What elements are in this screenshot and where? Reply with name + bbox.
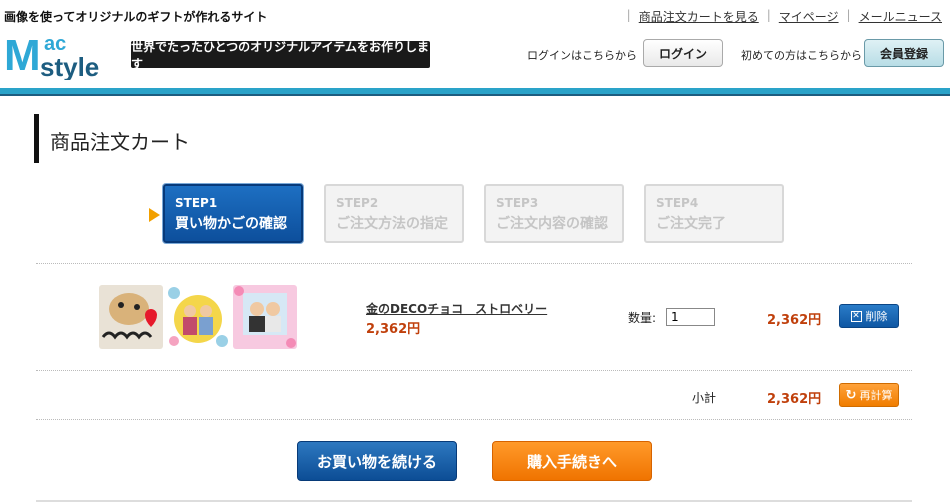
top-links: | 商品注文カートを見る | マイページ | メールニュース bbox=[626, 8, 942, 25]
cart-divider-bottom bbox=[36, 419, 912, 420]
product-image-couple[interactable] bbox=[233, 285, 297, 349]
recalculate-button[interactable]: ↻ 再計算 bbox=[839, 383, 899, 407]
quantity-label: 数量: bbox=[628, 311, 657, 325]
close-box-icon: ✕ bbox=[850, 310, 862, 322]
register-prompt: 初めての方はこちらから bbox=[741, 49, 862, 62]
recalculate-label: 再計算 bbox=[859, 389, 893, 402]
subtotal-label: 小計 bbox=[692, 391, 717, 405]
view-cart-link[interactable]: 商品注文カートを見る bbox=[639, 8, 759, 25]
logo-line2: style bbox=[40, 52, 99, 80]
checkout-button[interactable]: 購入手続きへ bbox=[492, 441, 652, 481]
product-image-kids[interactable] bbox=[166, 285, 230, 349]
refresh-icon: ↻ bbox=[845, 387, 857, 403]
site-logo[interactable]: M ac style bbox=[4, 30, 122, 80]
step-1-label: 買い物かごの確認 bbox=[175, 216, 287, 232]
step-2: STEP2 ご注文方法の指定 bbox=[324, 184, 464, 243]
current-step-arrow-icon bbox=[149, 208, 160, 222]
delete-label: 削除 bbox=[865, 310, 888, 323]
product-thumbnails bbox=[99, 285, 297, 349]
header-divider-dark bbox=[0, 94, 950, 96]
step-4-number: STEP4 bbox=[656, 196, 699, 210]
product-name-link[interactable]: 金のDECOチョコ ストロベリー bbox=[366, 300, 547, 317]
step-3: STEP3 ご注文内容の確認 bbox=[484, 184, 624, 243]
step-2-number: STEP2 bbox=[336, 196, 379, 210]
line-total: 2,362円 bbox=[767, 313, 822, 328]
page-title: 商品注文カート bbox=[50, 130, 190, 154]
step-4: STEP4 ご注文完了 bbox=[644, 184, 784, 243]
step-4-label: ご注文完了 bbox=[656, 216, 726, 232]
login-prompt: ログインはこちらから bbox=[527, 49, 637, 62]
continue-shopping-button[interactable]: お買い物を続ける bbox=[297, 441, 457, 481]
footer-divider bbox=[36, 500, 912, 502]
product-image-dog[interactable] bbox=[99, 285, 163, 349]
logo-initial: M bbox=[4, 31, 41, 80]
site-header: 画像を使ってオリジナルのギフトが作れるサイト | 商品注文カートを見る | マイ… bbox=[0, 0, 950, 90]
step-1: STEP1 買い物かごの確認 bbox=[163, 184, 303, 243]
subtotal-value: 2,362円 bbox=[767, 392, 822, 407]
cart-divider-top bbox=[36, 263, 912, 264]
register-button[interactable]: 会員登録 bbox=[864, 39, 944, 67]
step-1-number: STEP1 bbox=[175, 196, 218, 210]
quantity-input[interactable] bbox=[666, 308, 715, 326]
mypage-link[interactable]: マイページ bbox=[779, 8, 839, 25]
step-3-label: ご注文内容の確認 bbox=[496, 216, 608, 232]
product-unit-price: 2,362円 bbox=[366, 322, 421, 337]
site-tagline: 画像を使ってオリジナルのギフトが作れるサイト bbox=[4, 10, 268, 24]
mail-news-link[interactable]: メールニュース bbox=[859, 8, 942, 25]
cart-divider-middle bbox=[36, 370, 912, 371]
delete-item-button[interactable]: ✕ 削除 bbox=[839, 304, 899, 328]
login-button[interactable]: ログイン bbox=[643, 39, 723, 67]
step-3-number: STEP3 bbox=[496, 196, 539, 210]
step-2-label: ご注文方法の指定 bbox=[336, 216, 448, 232]
site-slogan: 世界でたったひとつのオリジナルアイテムをお作りします bbox=[131, 39, 430, 71]
page-title-accent bbox=[34, 114, 39, 163]
